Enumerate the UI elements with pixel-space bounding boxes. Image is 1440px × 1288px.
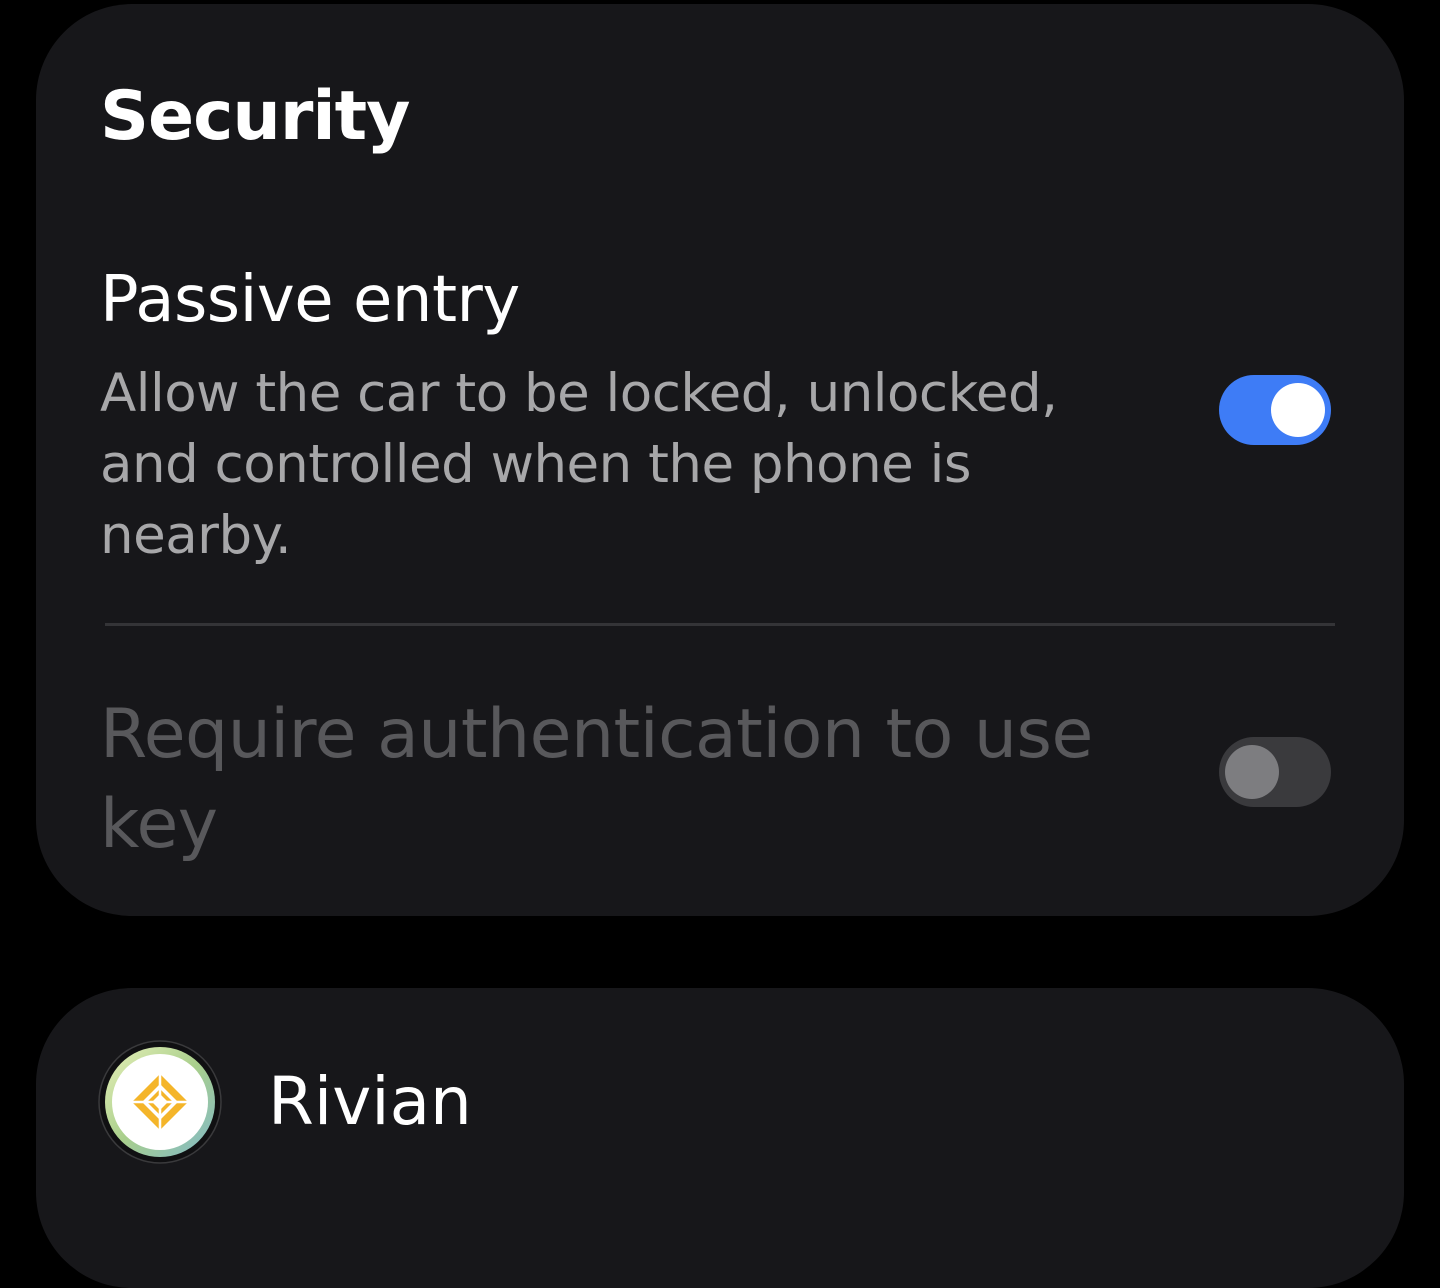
rivian-logo-icon (98, 1040, 222, 1164)
section-title: Security (100, 77, 410, 156)
toggle-knob (1271, 383, 1325, 437)
passive-entry-toggle[interactable] (1219, 375, 1331, 445)
app-card[interactable]: Rivian (36, 988, 1404, 1288)
toggle-knob (1225, 745, 1279, 799)
divider (105, 623, 1335, 626)
passive-entry-row[interactable]: Passive entry Allow the car to be locked… (36, 262, 1404, 582)
passive-entry-title: Passive entry (100, 263, 520, 337)
security-card: Security Passive entry Allow the car to … (36, 4, 1404, 916)
require-authentication-label: Require authentication to use key (100, 695, 1093, 864)
app-name: Rivian (268, 1063, 472, 1140)
passive-entry-description: Allow the car to be locked, unlocked, an… (100, 363, 1058, 566)
require-authentication-toggle[interactable] (1219, 737, 1331, 807)
